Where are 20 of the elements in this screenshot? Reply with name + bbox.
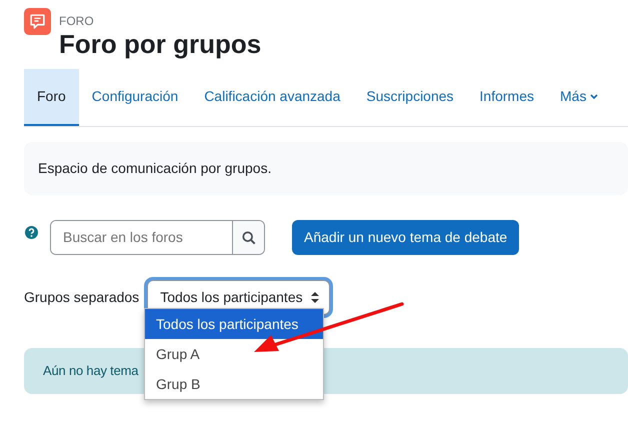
search-field[interactable]: Buscar en los foros: [50, 220, 265, 256]
select-value: Todos los participantes: [160, 288, 303, 308]
help-icon[interactable]: [25, 226, 38, 240]
dropdown-option[interactable]: Todos los participantes: [145, 309, 323, 339]
add-discussion-button[interactable]: Añadir un nuevo tema de debate: [292, 220, 520, 256]
forum-icon: [24, 8, 51, 35]
nav-tab[interactable]: Informes: [466, 69, 548, 126]
nav-tab[interactable]: Configuración: [78, 69, 192, 126]
search-icon: [242, 230, 256, 245]
sort-caret-icon: [310, 292, 319, 304]
nav-tab[interactable]: Foro: [24, 69, 79, 126]
nav-tab[interactable]: Más: [547, 69, 612, 126]
description-text: Espacio de comunicación por grupos.: [24, 142, 628, 196]
page-title: Foro por grupos: [59, 29, 262, 60]
nav-tab[interactable]: Calificación avanzada: [191, 69, 354, 126]
chevron-down-icon: [590, 94, 598, 100]
search-button[interactable]: [232, 221, 264, 254]
nav-tab[interactable]: Suscripciones: [353, 69, 467, 126]
group-mode-label: Grupos separados: [24, 288, 140, 308]
module-label: FORO: [59, 15, 95, 27]
